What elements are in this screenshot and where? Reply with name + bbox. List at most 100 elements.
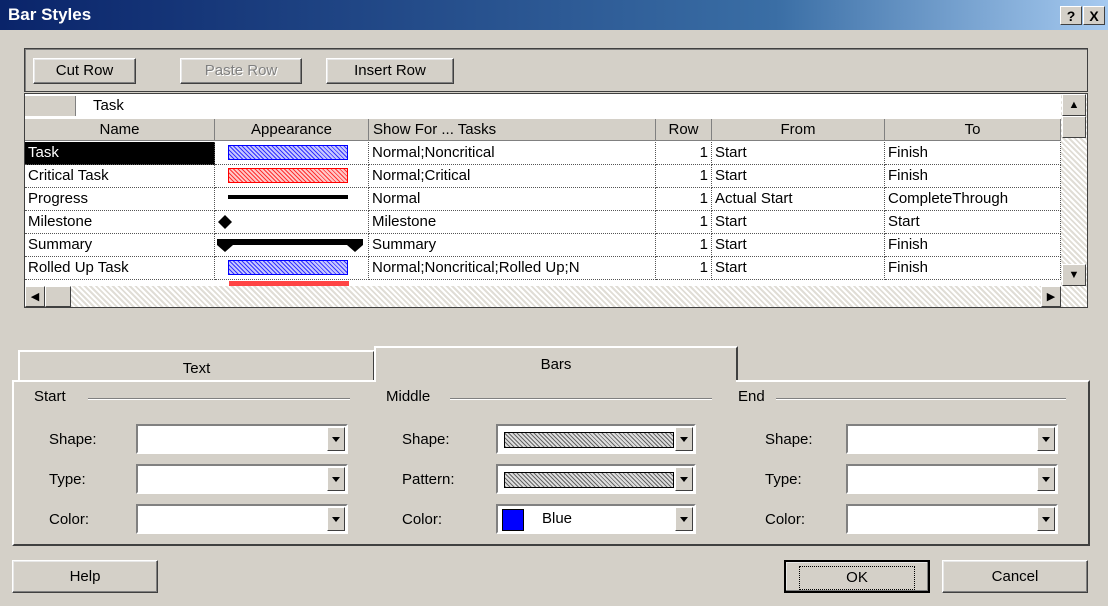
middle-shape-select[interactable]: [496, 424, 696, 454]
end-group-label: End: [738, 388, 765, 405]
cut-row-button[interactable]: Cut Row: [33, 58, 136, 84]
end-color-label: Color:: [765, 511, 806, 528]
vertical-scroll-thumb[interactable]: [1062, 116, 1086, 138]
table-row-from[interactable]: Actual Start: [712, 188, 885, 211]
appearance-cell: [215, 188, 369, 211]
blue-bar-swatch: [228, 145, 348, 160]
chevron-down-icon[interactable]: [675, 467, 693, 491]
table-row-row[interactable]: 1: [656, 142, 712, 165]
table-row-row[interactable]: 1: [656, 165, 712, 188]
tab-bars[interactable]: Bars: [374, 346, 738, 381]
table-row-to[interactable]: Finish: [885, 257, 1061, 280]
end-type-select[interactable]: [846, 464, 1058, 494]
table-row-to[interactable]: Finish: [885, 165, 1061, 188]
appearance-cell: [215, 142, 369, 165]
appearance-cell: [215, 211, 369, 234]
middle-color-select[interactable]: Blue: [496, 504, 696, 534]
middle-pattern-label: Pattern:: [402, 471, 455, 488]
table-row-name[interactable]: Summary: [25, 234, 215, 257]
end-color-select[interactable]: [846, 504, 1058, 534]
table-row-show-for[interactable]: Normal;Critical: [369, 165, 656, 188]
title-bar: Bar Styles ? X: [0, 0, 1108, 30]
table-row-to[interactable]: CompleteThrough: [885, 188, 1061, 211]
table-row-show-for[interactable]: Milestone: [369, 211, 656, 234]
start-group-divider: [88, 398, 350, 400]
start-type-label: Type:: [49, 471, 86, 488]
table-row-from[interactable]: Start: [712, 257, 885, 280]
table-row-name[interactable]: Critical Task: [25, 165, 215, 188]
table-row-name[interactable]: Progress: [25, 188, 215, 211]
edit-bar: Task: [25, 94, 1061, 119]
table-row-to[interactable]: Finish: [885, 142, 1061, 165]
progress-line-swatch: [228, 195, 348, 199]
start-type-select[interactable]: [136, 464, 348, 494]
cancel-button[interactable]: Cancel: [942, 560, 1088, 593]
table-row-row[interactable]: 1: [656, 234, 712, 257]
chevron-down-icon[interactable]: [327, 427, 345, 451]
table-row-name[interactable]: Rolled Up Task: [25, 257, 215, 280]
chevron-down-icon[interactable]: [675, 427, 693, 451]
table-row-from[interactable]: Start: [712, 234, 885, 257]
table-row-from[interactable]: Start: [712, 165, 885, 188]
table-row-to[interactable]: Start: [885, 211, 1061, 234]
scroll-down-icon[interactable]: ▼: [1062, 264, 1086, 286]
ok-button-label: OK: [799, 566, 915, 590]
table-row-show-for[interactable]: Normal: [369, 188, 656, 211]
blue-color-swatch: [502, 509, 524, 531]
scroll-up-icon[interactable]: ▲: [1062, 94, 1086, 116]
header-name[interactable]: Name: [25, 119, 215, 141]
table-row-row[interactable]: 1: [656, 188, 712, 211]
scroll-left-icon[interactable]: ◀: [25, 286, 45, 307]
start-color-select[interactable]: [136, 504, 348, 534]
horizontal-scrollbar[interactable]: ◀ ▶: [25, 286, 1061, 307]
table-row-show-for[interactable]: Normal;Noncritical: [369, 142, 656, 165]
table-row-row[interactable]: 1: [656, 211, 712, 234]
close-icon[interactable]: X: [1083, 6, 1105, 25]
chevron-down-icon[interactable]: [1037, 507, 1055, 531]
tab-text[interactable]: Text: [18, 350, 375, 381]
vertical-scrollbar[interactable]: ▲ ▼: [1061, 94, 1087, 307]
chevron-down-icon[interactable]: [327, 467, 345, 491]
middle-shape-swatch: [504, 432, 674, 448]
table-row-name[interactable]: Milestone: [25, 211, 215, 234]
start-shape-select[interactable]: [136, 424, 348, 454]
chevron-down-icon[interactable]: [1037, 427, 1055, 451]
middle-group-label: Middle: [386, 388, 431, 405]
middle-pattern-select[interactable]: [496, 464, 696, 494]
header-show-for[interactable]: Show For ... Tasks: [369, 119, 656, 141]
chevron-down-icon[interactable]: [675, 507, 693, 531]
appearance-cell: [215, 165, 369, 188]
help-button[interactable]: Help: [12, 560, 158, 593]
appearance-cell: [215, 234, 369, 257]
start-shape-label: Shape:: [49, 431, 97, 448]
scroll-right-icon[interactable]: ▶: [1041, 286, 1061, 307]
ok-button[interactable]: OK: [784, 560, 930, 593]
middle-group-divider: [450, 398, 712, 400]
bar-styles-grid[interactable]: Task Name Appearance Show For ... Tasks …: [24, 93, 1088, 308]
paste-row-button[interactable]: Paste Row: [180, 58, 302, 84]
horizontal-scroll-thumb[interactable]: [45, 286, 71, 307]
header-from[interactable]: From: [712, 119, 885, 141]
chevron-down-icon[interactable]: [327, 507, 345, 531]
table-row-from[interactable]: Start: [712, 211, 885, 234]
table-row-from[interactable]: Start: [712, 142, 885, 165]
help-icon[interactable]: ?: [1060, 6, 1082, 25]
header-to[interactable]: To: [885, 119, 1061, 141]
table-row-to[interactable]: Finish: [885, 234, 1061, 257]
blue-bar-swatch: [228, 260, 348, 275]
header-row[interactable]: Row: [656, 119, 712, 141]
table-row-name[interactable]: Task: [25, 142, 215, 165]
table-row-row[interactable]: 1: [656, 257, 712, 280]
insert-row-button[interactable]: Insert Row: [326, 58, 454, 84]
end-shape-select[interactable]: [846, 424, 1058, 454]
edit-bar-value[interactable]: Task: [93, 97, 124, 114]
table-row-show-for[interactable]: Normal;Noncritical;Rolled Up;N: [369, 257, 656, 280]
diamond-icon: [218, 215, 232, 229]
header-appearance[interactable]: Appearance: [215, 119, 369, 141]
middle-color-value: Blue: [542, 510, 573, 527]
table-row-show-for[interactable]: Summary: [369, 234, 656, 257]
end-shape-label: Shape:: [765, 431, 813, 448]
start-color-label: Color:: [49, 511, 90, 528]
chevron-down-icon[interactable]: [1037, 467, 1055, 491]
start-group-label: Start: [34, 388, 66, 405]
